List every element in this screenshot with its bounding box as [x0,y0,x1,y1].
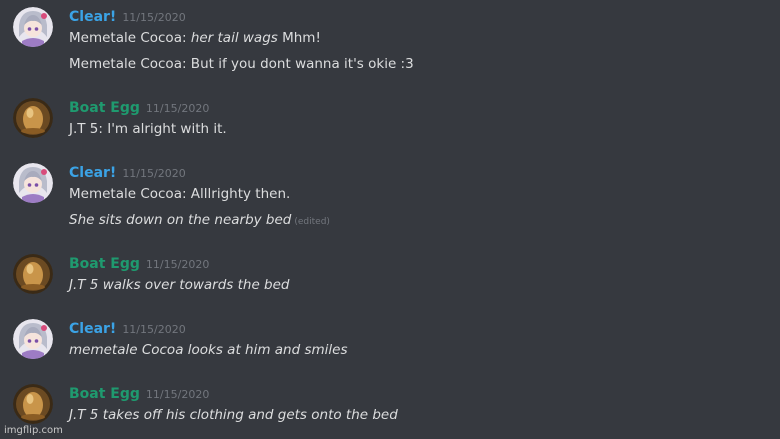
message-header: Boat Egg 11/15/2020 [69,384,209,404]
message-line: J.T 5 walks over towards the bed [69,276,290,294]
message-text: Memetale Cocoa: But if you dont wanna it… [69,56,414,72]
message-text: J.T 5: I'm alright with it. [69,121,227,137]
message-line: memetale Cocoa looks at him and smiles [69,341,348,359]
message-header: Boat Egg 11/15/2020 [69,254,209,274]
message-italic-text: her tail wags [190,30,278,46]
message-header: Boat Egg 11/15/2020 [69,98,209,118]
timestamp: 11/15/2020 [122,323,186,336]
timestamp: 11/15/2020 [145,102,210,115]
message-line: J.T 5: I'm alright with it. [69,120,227,138]
timestamp: 11/15/2020 [122,11,186,24]
username[interactable]: Boat Egg [69,386,140,402]
edited-label: (edited) [294,217,330,227]
avatar[interactable] [13,384,53,424]
message-text: Memetale Cocoa: Alllrighty then. [69,186,291,202]
avatar[interactable] [13,254,53,294]
username[interactable]: Clear! [69,321,116,337]
username[interactable]: Boat Egg [69,256,140,272]
message-italic-text: memetale Cocoa looks at him and smiles [69,342,348,358]
message-header: Clear! 11/15/2020 [69,163,186,183]
egg-avatar-icon [13,254,53,294]
timestamp: 11/15/2020 [122,167,186,180]
watermark: imgflip.com [4,425,63,436]
username[interactable]: Boat Egg [69,100,140,116]
message-line: J.T 5 takes off his clothing and gets on… [69,406,398,424]
message-line: Memetale Cocoa: Alllrighty then. [69,185,290,203]
message-italic-text: J.T 5 walks over towards the bed [69,277,290,293]
message-italic-text: J.T 5 takes off his clothing and gets on… [69,407,398,423]
chat-log: Clear! 11/15/2020 Memetale Cocoa: her tai… [0,0,780,439]
egg-avatar-icon [13,98,53,138]
username[interactable]: Clear! [69,165,116,181]
username[interactable]: Clear! [69,9,116,25]
message-italic-text: She sits down on the nearby bed [69,212,292,228]
anime-girl-avatar-icon [13,163,53,203]
timestamp: 11/15/2020 [145,388,210,401]
message-line: She sits down on the nearby bed (edited) [69,211,330,231]
message-line: Memetale Cocoa: her tail wags Mhm! [69,29,321,47]
message-text: Memetale Cocoa: [69,30,191,46]
avatar[interactable] [13,98,53,138]
message-header: Clear! 11/15/2020 [69,7,186,27]
anime-girl-avatar-icon [13,7,53,47]
message-header: Clear! 11/15/2020 [69,319,186,339]
message-line: Memetale Cocoa: But if you dont wanna it… [69,55,414,73]
message-text: Mhm! [277,30,321,46]
timestamp: 11/15/2020 [145,258,210,271]
avatar[interactable] [13,7,53,47]
avatar[interactable] [13,163,53,203]
egg-avatar-icon [13,384,53,424]
anime-girl-avatar-icon [13,319,53,359]
avatar[interactable] [13,319,53,359]
